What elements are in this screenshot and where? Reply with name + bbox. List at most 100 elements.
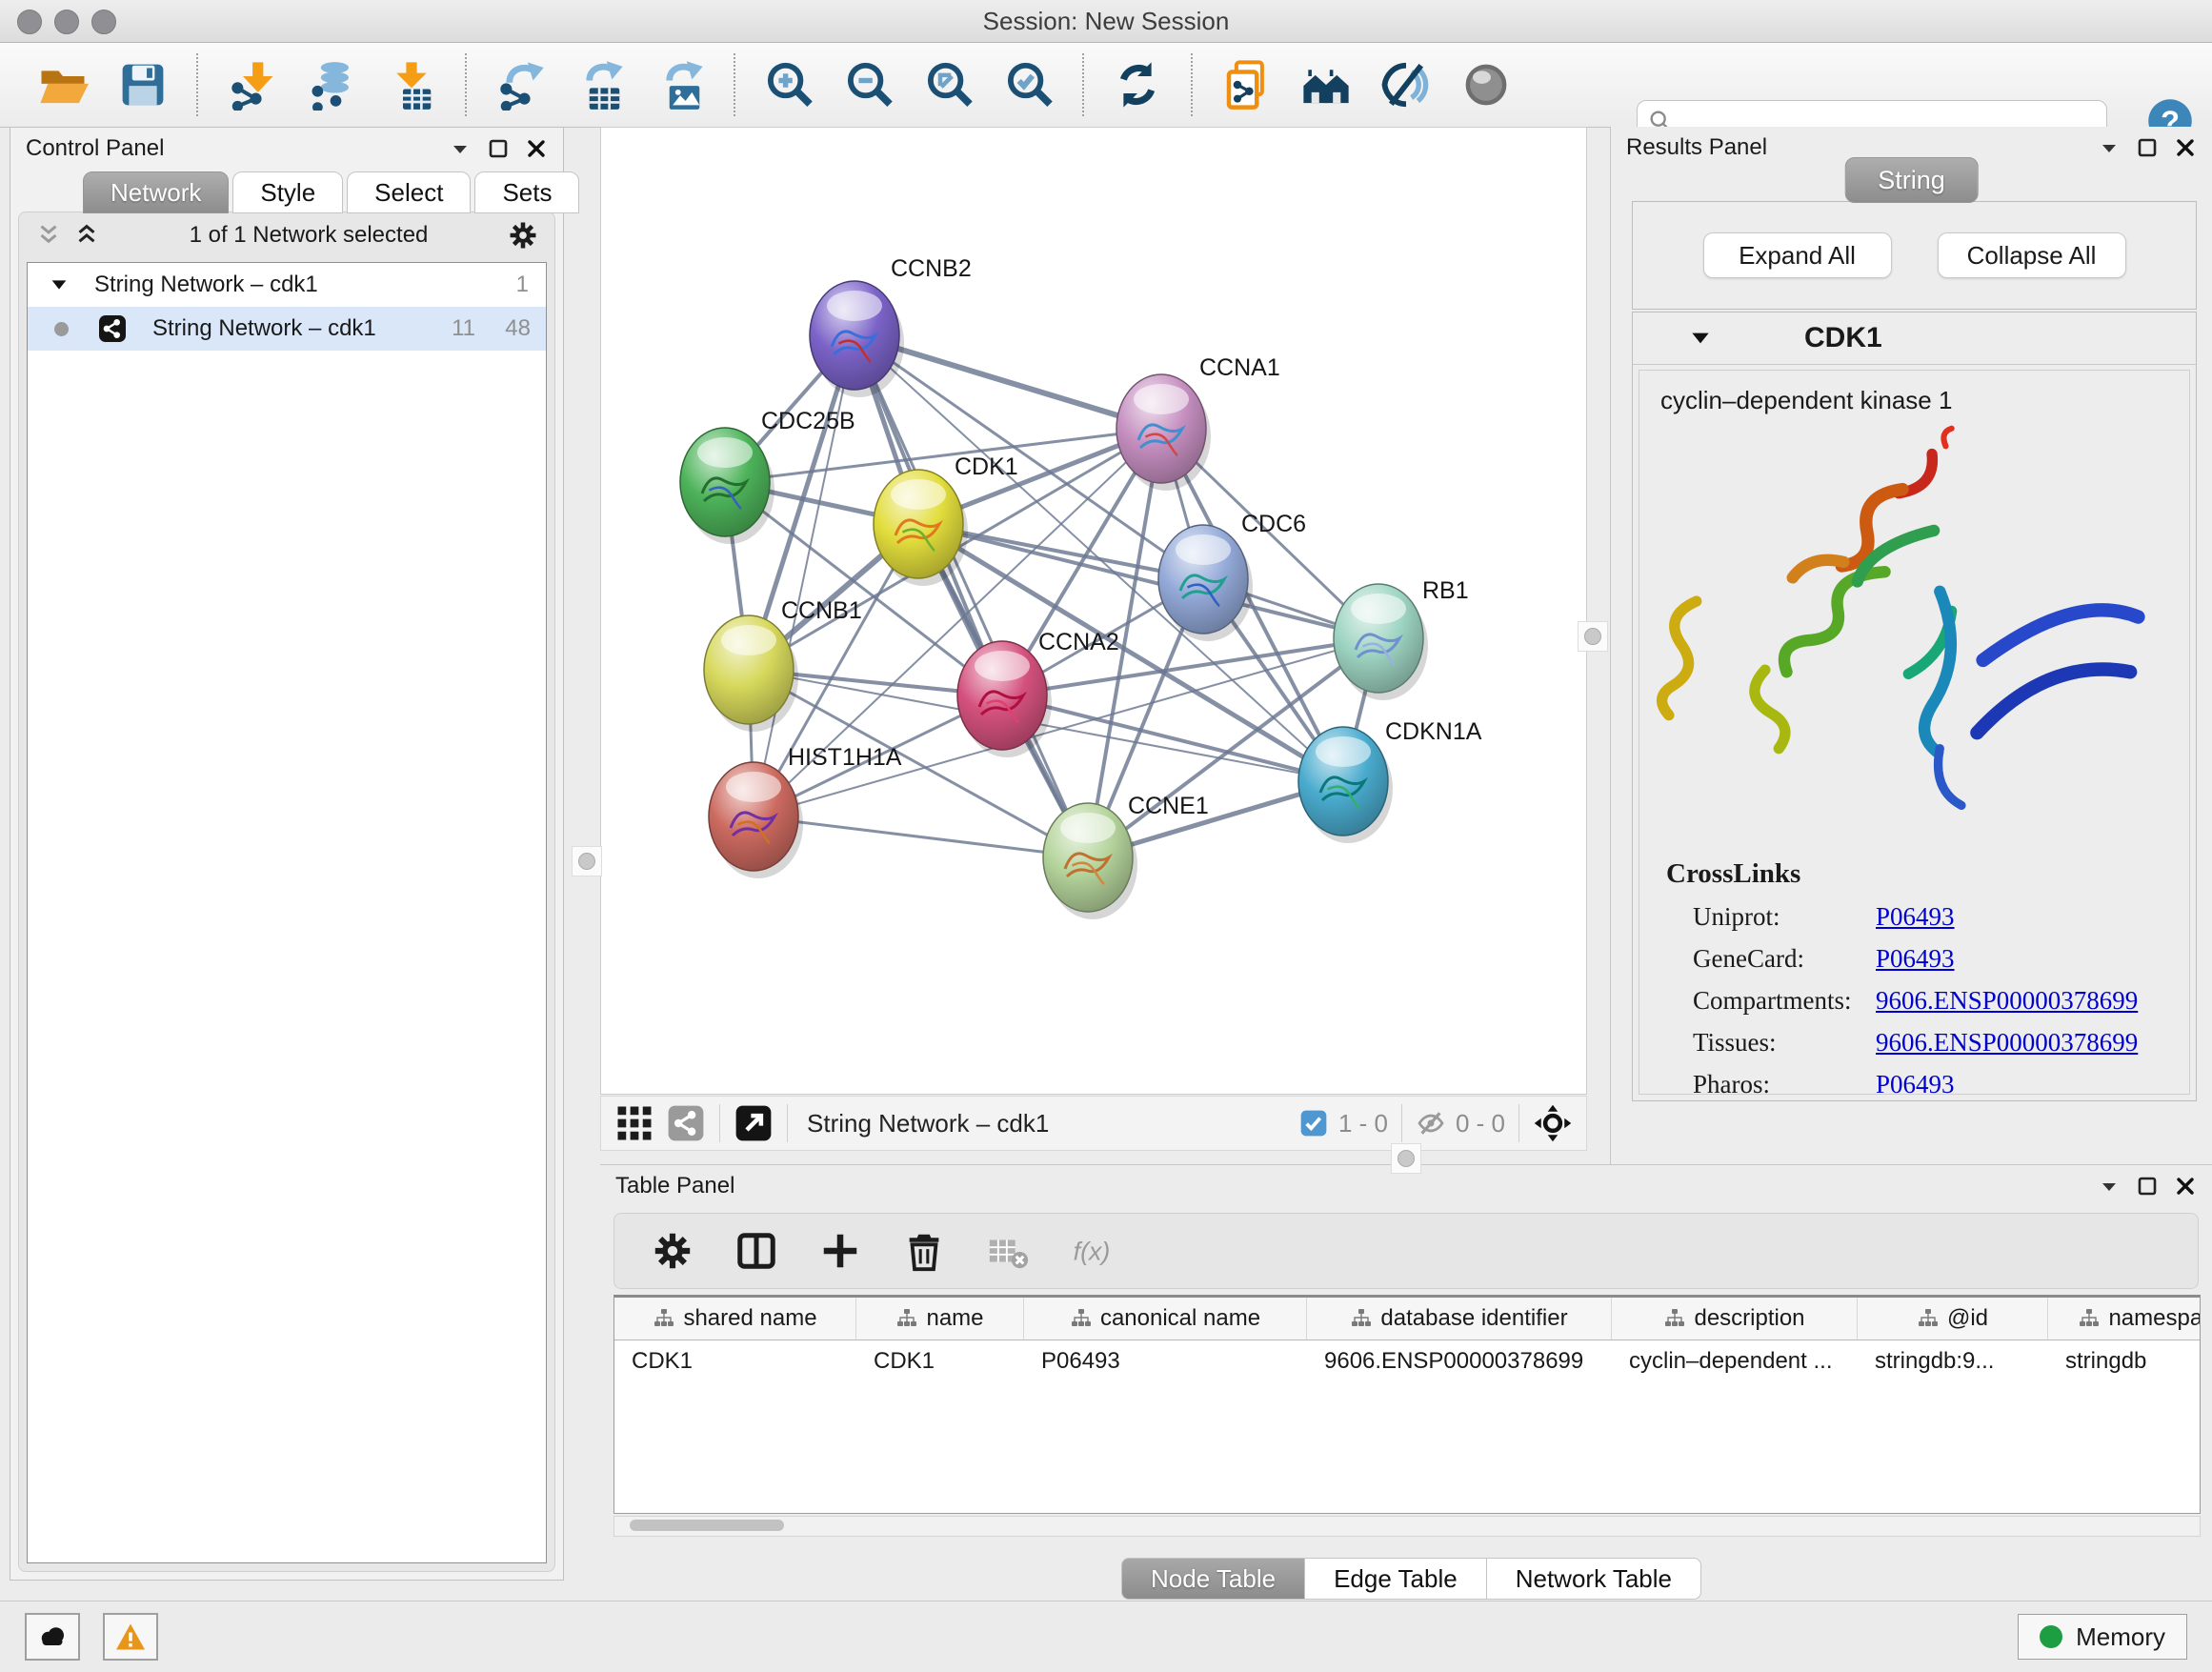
- tab-network-table[interactable]: Network Table: [1486, 1558, 1701, 1600]
- panel-menu-icon[interactable]: [2098, 1175, 2121, 1198]
- clone-network-icon[interactable]: [1220, 59, 1272, 111]
- selected-nodes-checkbox[interactable]: [1298, 1108, 1329, 1138]
- right-splitter-handle[interactable]: [1578, 621, 1608, 652]
- network-collection-row[interactable]: String Network – cdk1 1: [28, 263, 546, 307]
- node-table[interactable]: shared namenamecanonical namedatabase id…: [613, 1295, 2201, 1514]
- gear-icon[interactable]: [651, 1229, 694, 1273]
- tab-string[interactable]: String: [1844, 157, 1979, 203]
- panel-menu-icon[interactable]: [2098, 136, 2121, 159]
- panel-float-icon[interactable]: [2136, 1175, 2159, 1198]
- panel-float-icon[interactable]: [487, 137, 510, 160]
- node-label-CCNE1: CCNE1: [1128, 793, 1209, 819]
- network-edge[interactable]: [855, 335, 1088, 857]
- function-icon[interactable]: f(x): [1070, 1229, 1114, 1273]
- panel-menu-icon[interactable]: [449, 137, 472, 160]
- table-horizontal-scrollbar[interactable]: [613, 1516, 2201, 1537]
- tab-sets[interactable]: Sets: [474, 171, 579, 213]
- detach-view-icon[interactable]: [734, 1103, 774, 1143]
- crosslink-link[interactable]: 9606.ENSP00000378699: [1876, 986, 2138, 1016]
- network-node-RB1[interactable]: [1334, 584, 1428, 700]
- tab-style[interactable]: Style: [232, 171, 343, 213]
- column-header-namespace[interactable]: namespace: [2048, 1298, 2201, 1340]
- network-options-gear-icon[interactable]: [507, 219, 539, 252]
- memory-button[interactable]: Memory: [2018, 1614, 2187, 1660]
- network-node-CCNB1[interactable]: [704, 615, 798, 732]
- column-header-@id[interactable]: @id: [1858, 1298, 2048, 1340]
- import-network-icon[interactable]: [226, 59, 277, 111]
- network-node-CCNA1[interactable]: [1116, 374, 1211, 491]
- zoom-out-icon[interactable]: [843, 59, 895, 111]
- refresh-network-icon[interactable]: [1112, 59, 1163, 111]
- collapse-all-button[interactable]: Collapse All: [1938, 232, 2126, 278]
- zoom-fit-icon[interactable]: [923, 59, 975, 111]
- network-node-CCNE1[interactable]: [1043, 803, 1137, 919]
- crosslink-link[interactable]: 9606.ENSP00000378699: [1876, 1028, 2138, 1058]
- network-canvas[interactable]: CCNB2CCNA1CDC25BCDK1CDC6RB1CCNB1CCNA2CDK…: [600, 127, 1587, 1095]
- network-node-CDKN1A[interactable]: [1298, 727, 1393, 843]
- cloud-button[interactable]: [25, 1613, 80, 1661]
- table-row[interactable]: CDK1CDK1P064939606.ENSP00000378699cyclin…: [614, 1340, 2200, 1382]
- zoom-selected-icon[interactable]: [1003, 59, 1055, 111]
- collapse-triangle-icon[interactable]: [49, 274, 70, 295]
- column-header-description[interactable]: description: [1612, 1298, 1858, 1340]
- network-manager: 1 of 1 Network selected String Network –…: [18, 212, 555, 1572]
- network-row[interactable]: String Network – cdk1 11 48: [28, 307, 546, 351]
- hidden-eye-icon[interactable]: [1416, 1108, 1446, 1138]
- network-node-CDC25B[interactable]: [680, 428, 774, 544]
- tab-network[interactable]: Network: [83, 171, 229, 213]
- crosslink-link[interactable]: P06493: [1876, 1070, 1955, 1095]
- node-section-header[interactable]: CDK1: [1633, 312, 2196, 365]
- zoom-in-icon[interactable]: [763, 59, 814, 111]
- crosslink-link[interactable]: P06493: [1876, 944, 1955, 974]
- import-database-icon[interactable]: [306, 59, 357, 111]
- tree-node-icon: [1350, 1307, 1373, 1330]
- open-session-icon[interactable]: [37, 59, 89, 111]
- column-header-canonical-name[interactable]: canonical name: [1024, 1298, 1307, 1340]
- panel-float-icon[interactable]: [2136, 136, 2159, 159]
- panel-close-icon[interactable]: [2174, 136, 2197, 159]
- network-node-CDK1[interactable]: [874, 470, 968, 586]
- network-edge[interactable]: [754, 816, 1088, 857]
- tab-select[interactable]: Select: [347, 171, 471, 213]
- control-panel-header: Control Panel: [10, 128, 563, 170]
- birdseye-view-icon[interactable]: [1533, 1103, 1573, 1143]
- network-node-CCNB2[interactable]: [810, 281, 904, 397]
- column-header-shared-name[interactable]: shared name: [614, 1298, 856, 1340]
- network-node-CDC6[interactable]: [1158, 525, 1253, 641]
- import-table-icon[interactable]: [386, 59, 437, 111]
- delete-column-icon[interactable]: [902, 1229, 946, 1273]
- panel-close-icon[interactable]: [525, 137, 548, 160]
- save-session-icon[interactable]: [117, 59, 169, 111]
- export-image-icon[interactable]: [654, 59, 706, 111]
- expand-all-networks-icon[interactable]: [72, 221, 101, 250]
- horizontal-splitter-handle[interactable]: [1391, 1143, 1421, 1174]
- glass-effect-icon[interactable]: [1380, 59, 1432, 111]
- column-header-database-identifier[interactable]: database identifier: [1307, 1298, 1612, 1340]
- tab-node-table[interactable]: Node Table: [1121, 1558, 1305, 1600]
- collapse-triangle-icon[interactable]: [1688, 326, 1713, 351]
- export-network-icon[interactable]: [494, 59, 546, 111]
- clear-table-icon[interactable]: [986, 1229, 1030, 1273]
- export-table-icon[interactable]: [574, 59, 626, 111]
- network-view-icon[interactable]: [666, 1103, 706, 1143]
- string-home-icon[interactable]: [1300, 59, 1352, 111]
- network-graph[interactable]: CCNB2CCNA1CDC25BCDK1CDC6RB1CCNB1CCNA2CDK…: [601, 128, 1586, 1094]
- network-node-HIST1H1A[interactable]: [709, 762, 803, 878]
- node-label-CDC25B: CDC25B: [761, 408, 855, 434]
- warnings-button[interactable]: [103, 1613, 158, 1661]
- panel-close-icon[interactable]: [2174, 1175, 2197, 1198]
- network-tree: String Network – cdk1 1 String Network –…: [27, 262, 547, 1563]
- crosslink-link[interactable]: P06493: [1876, 902, 1955, 932]
- tab-edge-table[interactable]: Edge Table: [1304, 1558, 1487, 1600]
- show-sphere-icon[interactable]: [1460, 59, 1512, 111]
- memory-status-dot: [2040, 1625, 2062, 1648]
- add-column-icon[interactable]: [818, 1229, 862, 1273]
- left-splitter-handle[interactable]: [572, 846, 602, 876]
- grid-view-icon[interactable]: [614, 1103, 654, 1143]
- network-node-CCNA2[interactable]: [957, 641, 1052, 757]
- expand-all-button[interactable]: Expand All: [1703, 232, 1892, 278]
- column-header-name[interactable]: name: [856, 1298, 1024, 1340]
- scrollbar-thumb[interactable]: [630, 1520, 784, 1531]
- split-columns-icon[interactable]: [734, 1229, 778, 1273]
- collapse-all-networks-icon[interactable]: [34, 221, 63, 250]
